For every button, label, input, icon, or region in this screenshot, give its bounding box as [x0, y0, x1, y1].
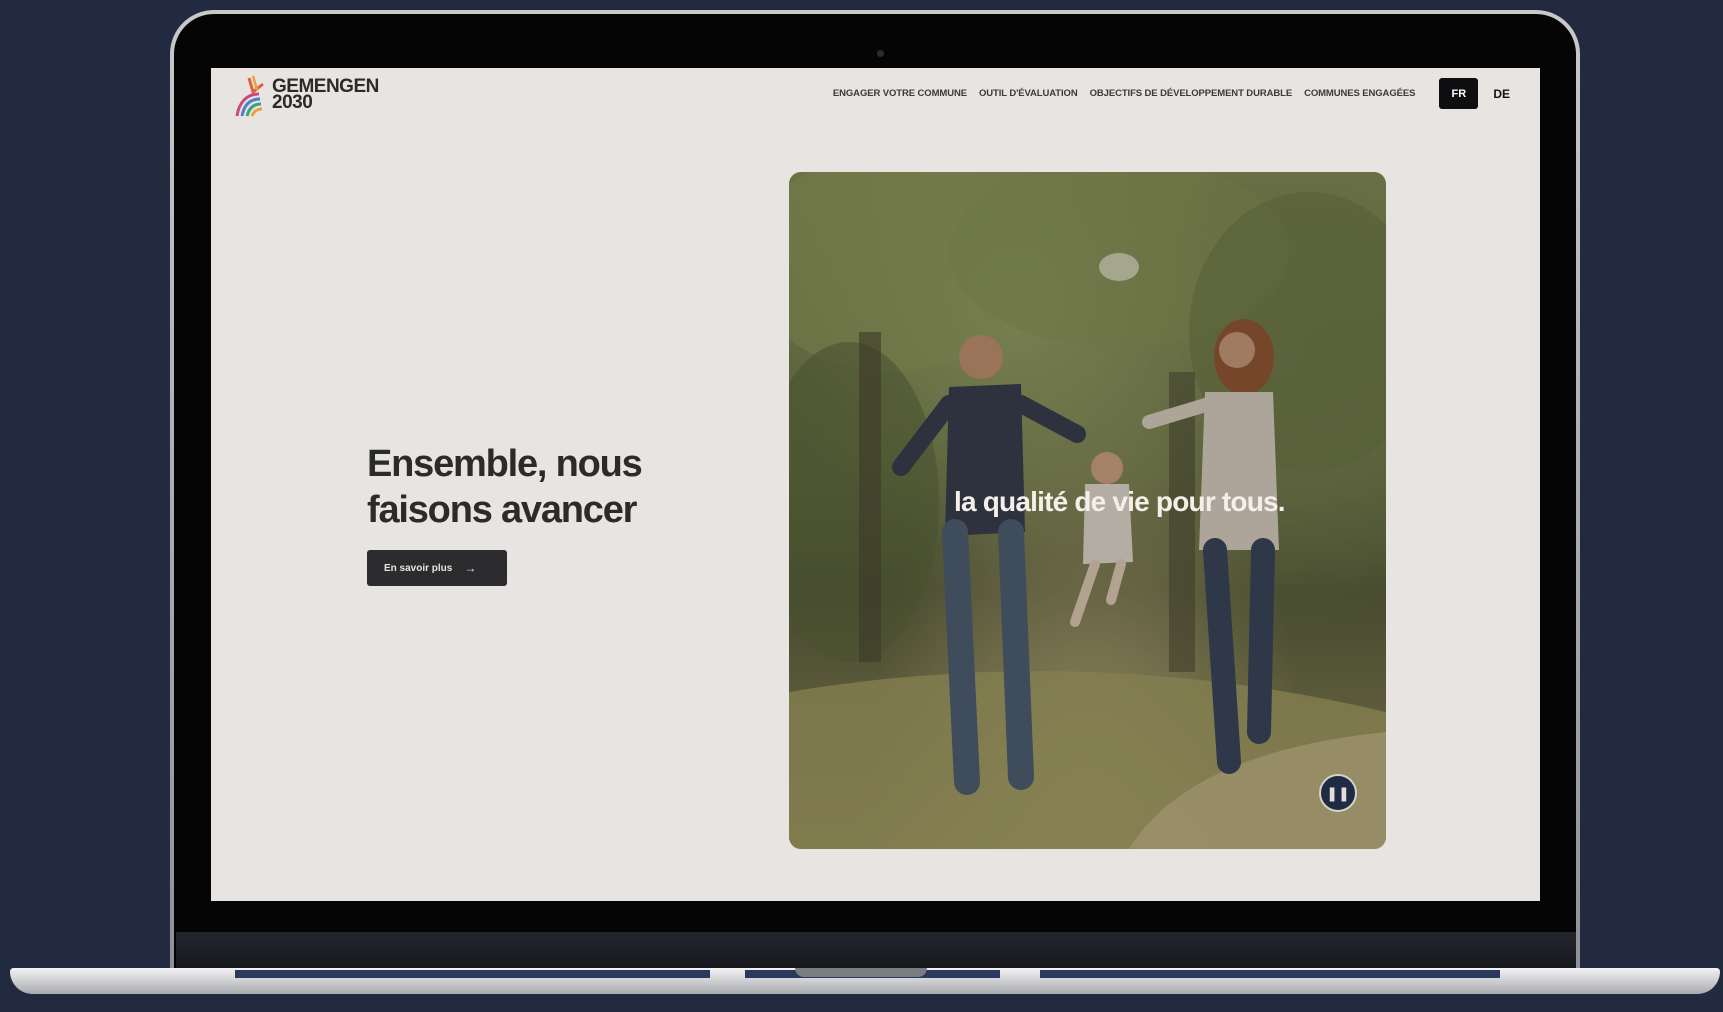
- camera-icon: [877, 50, 884, 57]
- laptop-base-strip: [235, 970, 710, 978]
- brand-year: 2030: [272, 92, 313, 113]
- nav-communes-engagees[interactable]: COMMUNES ENGAGÉES: [1304, 88, 1415, 99]
- rainbow-logo-icon: [235, 75, 264, 117]
- website-screen: GEMENGEN 2030 ENGAGER VOTRE COMMUNE OUTI…: [211, 68, 1540, 901]
- brand-wordmark: GEMENGEN 2030: [272, 77, 379, 113]
- hero-caption: la qualité de vie pour tous.: [954, 486, 1286, 517]
- hero-headline: Ensemble, nous faisons avancer: [367, 441, 643, 533]
- learn-more-button[interactable]: En savoir plus →: [367, 550, 507, 586]
- laptop-base-strip: [1040, 970, 1500, 978]
- language-switcher: FR DE: [1439, 78, 1510, 109]
- nav-engager-commune[interactable]: ENGAGER VOTRE COMMUNE: [833, 88, 967, 99]
- learn-more-label: En savoir plus: [384, 562, 453, 574]
- nav-objectifs-developpement-durable[interactable]: OBJECTIFS DE DÉVELOPPEMENT DURABLE: [1090, 88, 1293, 99]
- lang-fr-button[interactable]: FR: [1439, 78, 1479, 109]
- arrow-right-icon: →: [464, 561, 477, 575]
- hero-image: la qualité de vie pour tous. ❚❚: [789, 172, 1386, 849]
- pause-button[interactable]: ❚❚: [1319, 774, 1357, 812]
- headline-line-2: faisons avancer: [367, 489, 637, 531]
- laptop-hinge: [176, 932, 1576, 970]
- nav-outil-evaluation[interactable]: OUTIL D'ÉVALUATION: [979, 88, 1078, 99]
- brand-logo[interactable]: GEMENGEN 2030: [233, 72, 379, 118]
- lang-de-button[interactable]: DE: [1493, 87, 1510, 101]
- mockup-stage: GEMENGEN 2030 ENGAGER VOTRE COMMUNE OUTI…: [0, 0, 1723, 1012]
- main-nav: ENGAGER VOTRE COMMUNE OUTIL D'ÉVALUATION…: [821, 78, 1510, 109]
- headline-line-1: Ensemble, nous: [367, 443, 643, 485]
- laptop-notch: [795, 968, 927, 977]
- pause-icon: ❚❚: [1326, 784, 1350, 801]
